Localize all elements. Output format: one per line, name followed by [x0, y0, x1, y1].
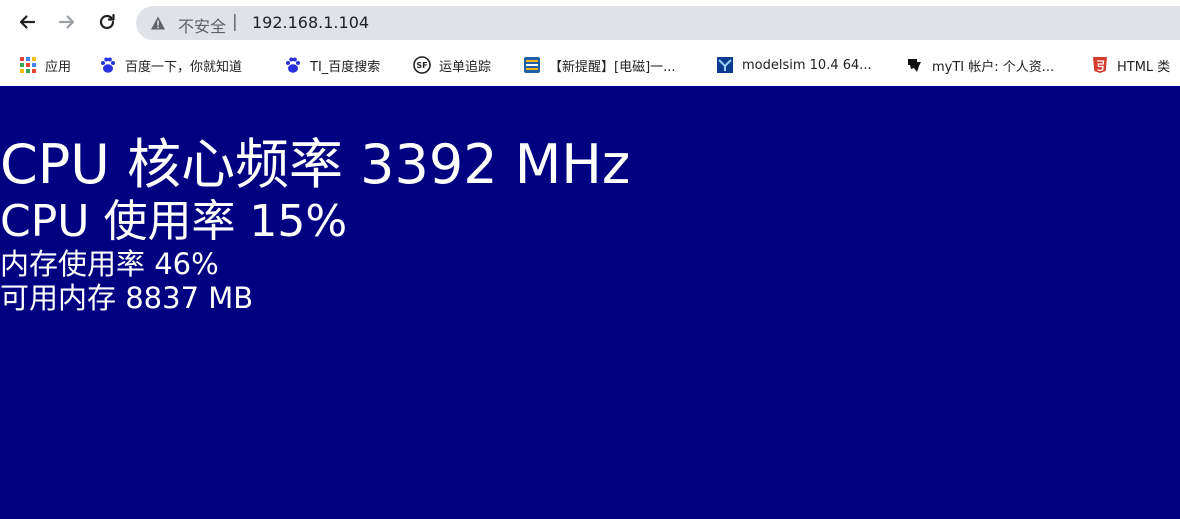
memory-usage-text: 内存使用率 46% [0, 247, 219, 281]
bookmark-ti-baidu-search[interactable]: TI_百度搜索 [284, 54, 380, 76]
arrow-right-icon [58, 15, 75, 29]
forward-button[interactable] [53, 8, 81, 36]
svg-text:SF: SF [416, 61, 427, 70]
bookmark-modelsim[interactable]: modelsim 10.4 64... [716, 54, 872, 76]
bookmark-myti-account[interactable]: myTI 帐户: 个人资... [906, 54, 1054, 76]
bookmark-label: 【新提醒】[电磁]一... [549, 59, 676, 75]
zhi-badge-icon [524, 57, 540, 73]
bookmarks-bar: 应用 百度一下，你就知道 TI_百度搜索 SF 运单追踪 【新提醒】[电磁]一.… [0, 44, 1180, 87]
address-separator: | [232, 12, 238, 32]
address-bar[interactable]: 不安全 | 192.168.1.104 [136, 6, 1180, 40]
sf-express-icon: SF [413, 56, 431, 74]
back-button[interactable] [13, 8, 41, 36]
bookmark-label: 运单追踪 [439, 59, 492, 75]
bookmark-apps[interactable]: 应用 [19, 54, 71, 76]
bookmark-label: modelsim 10.4 64... [742, 57, 872, 73]
cpu-frequency-text: CPU 核心频率 3392 MHz [0, 133, 631, 196]
bookmark-baidu[interactable]: 百度一下，你就知道 [99, 54, 242, 76]
available-memory-text: 可用内存 8837 MB [0, 281, 254, 315]
warning-triangle-icon [151, 16, 165, 30]
baidu-paw-icon [286, 57, 300, 73]
bookmark-label: 百度一下，你就知道 [125, 59, 243, 75]
bookmark-label: 应用 [45, 59, 72, 75]
browser-toolbar: 不安全 | 192.168.1.104 [0, 0, 1180, 44]
page-content: CPU 核心频率 3392 MHz CPU 使用率 15% 内存使用率 46% … [0, 86, 1180, 519]
baidu-paw-icon [101, 57, 115, 73]
reload-icon [99, 13, 115, 30]
html5-shield-icon [1093, 57, 1107, 73]
modelsim-icon [717, 57, 733, 73]
bookmark-html[interactable]: HTML 类 [1091, 54, 1170, 76]
security-status-label[interactable]: 不安全 [178, 13, 226, 37]
arrow-left-icon [19, 15, 36, 29]
bookmark-label: TI_百度搜索 [310, 59, 381, 75]
url-text[interactable]: 192.168.1.104 [252, 13, 369, 32]
ti-logo-icon [908, 59, 921, 72]
cpu-usage-text: CPU 使用率 15% [0, 196, 348, 247]
bookmark-waybill-tracking[interactable]: SF 运单追踪 [413, 54, 491, 76]
reload-button[interactable] [93, 8, 121, 36]
bookmark-new-reminder[interactable]: 【新提醒】[电磁]一... [523, 54, 676, 76]
bookmark-label: myTI 帐户: 个人资... [932, 59, 1055, 75]
apps-grid-icon [20, 57, 36, 73]
bookmark-label: HTML 类 [1117, 59, 1171, 75]
